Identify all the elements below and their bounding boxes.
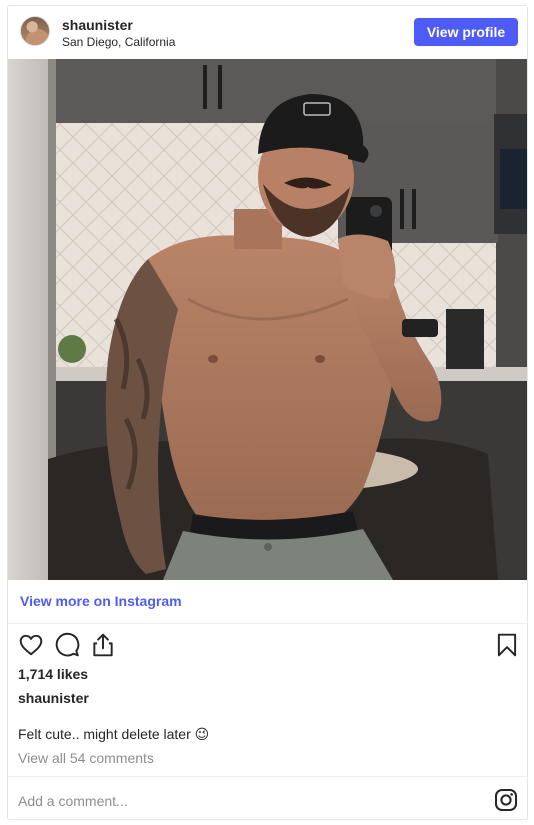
caption-text: Felt cute.. might delete later 😉 [18, 726, 210, 742]
heart-icon[interactable] [18, 632, 44, 658]
instagram-embed-card: shaunister San Diego, California View pr… [7, 5, 528, 820]
instagram-icon[interactable] [494, 788, 518, 812]
bookmark-icon[interactable] [494, 632, 520, 658]
likes-count[interactable]: 1,714 likes [18, 666, 88, 682]
avatar[interactable] [20, 16, 50, 46]
divider [8, 623, 527, 624]
location[interactable]: San Diego, California [62, 35, 175, 49]
caption-username[interactable]: shaunister [18, 690, 89, 706]
post-photo[interactable] [8, 59, 527, 580]
share-icon[interactable] [90, 632, 116, 658]
username[interactable]: shaunister [62, 17, 133, 33]
view-profile-button[interactable]: View profile [414, 18, 518, 46]
comment-icon[interactable] [54, 632, 80, 658]
post-header: shaunister San Diego, California View pr… [8, 6, 527, 59]
divider [8, 776, 527, 777]
add-comment-input[interactable]: Add a comment... [18, 793, 128, 809]
view-more-link[interactable]: View more on Instagram [20, 593, 182, 609]
view-comments-link[interactable]: View all 54 comments [18, 750, 154, 766]
